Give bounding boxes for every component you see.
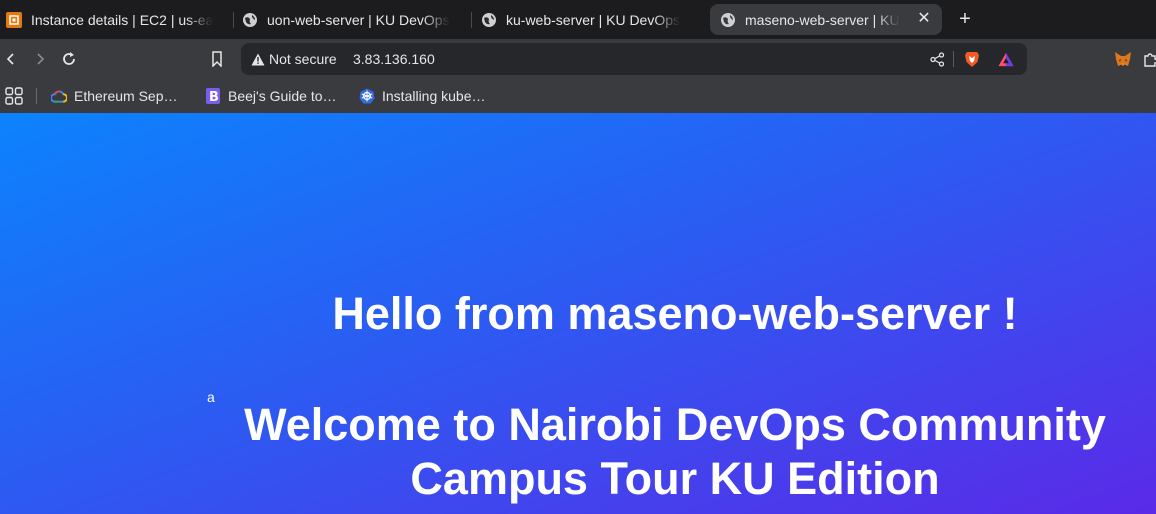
tab-ku-web-server[interactable]: ku-web-server | KU DevOps [481, 4, 696, 35]
tab-instance-details[interactable]: Instance details | EC2 | us-ea [6, 4, 228, 35]
address-bar[interactable]: Not secure 3.83.136.160 [241, 43, 1027, 75]
web-page-viewport: Hello from maseno-web-server ! a Welcome… [0, 113, 1156, 514]
globe-icon [720, 12, 736, 28]
bookmark-beejs-guide[interactable]: B Beej's Guide to… [205, 86, 337, 106]
globe-icon [242, 12, 258, 28]
apps-grid-icon [5, 87, 23, 105]
browser-toolbar: Not secure 3.83.136.160 [0, 39, 1156, 80]
tab-separator [233, 12, 234, 28]
tab-title: Instance details | EC2 | us-ea [31, 11, 214, 28]
svg-text:B: B [209, 90, 219, 104]
brave-rewards-icon[interactable] [998, 51, 1014, 67]
google-cloud-icon [51, 88, 67, 104]
tab-maseno-web-server[interactable]: maseno-web-server | KU ✕ [710, 4, 942, 35]
tab-strip: Instance details | EC2 | us-ea uon-web-s… [0, 0, 1156, 39]
divider [36, 88, 37, 104]
brave-shields-icon[interactable] [964, 51, 980, 67]
bookmark-button[interactable] [207, 49, 227, 69]
back-button[interactable] [1, 49, 21, 69]
bookmark-icon [212, 51, 222, 67]
warning-icon [250, 51, 266, 67]
chevron-right-icon [37, 53, 45, 65]
bookmark-label: Installing kube… [382, 88, 486, 104]
bookmark-label: Ethereum Sep… [74, 88, 178, 104]
hello-heading: Hello from maseno-web-server ! [332, 288, 1018, 339]
bookmarks-bar: Ethereum Sep… B Beej's Guide to… Install… [0, 80, 1156, 113]
metamask-extension-button[interactable] [1113, 49, 1133, 69]
apps-button[interactable] [5, 86, 23, 106]
aws-icon [6, 11, 22, 28]
reload-icon [63, 52, 75, 65]
puzzle-icon [1144, 53, 1156, 67]
globe-icon [481, 12, 497, 28]
tab-title: maseno-web-server | KU [745, 11, 900, 28]
chevron-left-icon [6, 53, 14, 65]
close-tab-icon[interactable]: ✕ [916, 11, 932, 27]
bookmark-installing-kube[interactable]: Installing kube… [359, 86, 486, 106]
fox-icon [1115, 51, 1131, 66]
divider [953, 51, 954, 67]
share-icon[interactable] [929, 51, 945, 67]
forward-button[interactable] [30, 49, 50, 69]
url-text[interactable]: 3.83.136.160 [353, 51, 435, 67]
b-logo-icon: B [205, 88, 221, 104]
security-status[interactable]: Not secure [269, 51, 337, 67]
tab-title: uon-web-server | KU DevOps [267, 11, 450, 28]
tab-uon-web-server[interactable]: uon-web-server | KU DevOps [242, 4, 468, 35]
bookmark-label: Beej's Guide to… [228, 88, 337, 104]
tab-separator [471, 12, 472, 28]
reload-button[interactable] [59, 49, 79, 69]
new-tab-button[interactable]: + [955, 9, 975, 29]
kubernetes-icon [359, 88, 375, 104]
tab-title: ku-web-server | KU DevOps [506, 11, 681, 28]
extensions-button[interactable] [1141, 49, 1156, 69]
bookmark-ethereum[interactable]: Ethereum Sep… [51, 86, 178, 106]
welcome-heading: Welcome to Nairobi DevOps Community Camp… [244, 399, 1106, 504]
